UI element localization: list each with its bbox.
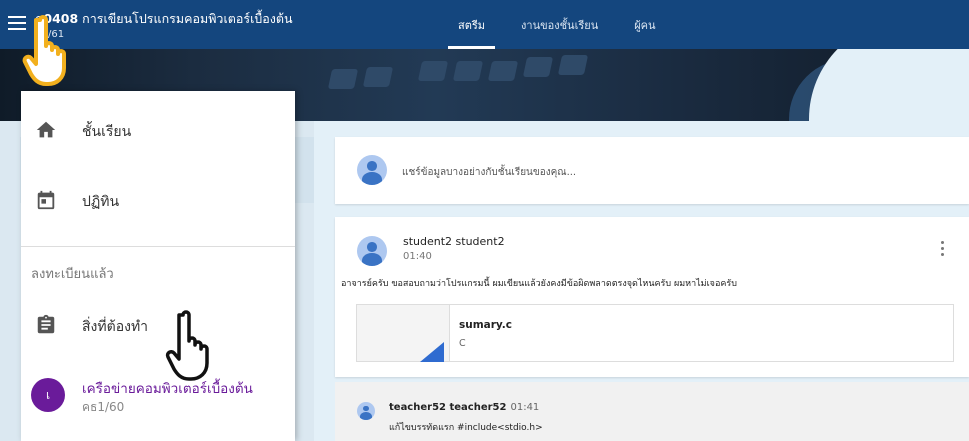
calendar-icon <box>37 190 55 210</box>
divider <box>21 246 295 247</box>
home-icon <box>36 121 56 138</box>
post-time: 01:40 <box>403 251 432 262</box>
drawer-item-label: ชั้นเรียน <box>82 124 132 140</box>
attachment-name: sumary.c <box>459 319 513 331</box>
class-avatar[interactable]: เ <box>31 378 65 412</box>
tab-bar: สตรีม งานของชั้นเรียน ผู้คน <box>440 0 674 49</box>
enrolled-class-code: คธ1/60 <box>82 400 125 414</box>
hand-pointer-icon <box>165 310 209 381</box>
comment-time: 01:41 <box>510 402 540 413</box>
file-thumbnail <box>357 305 450 362</box>
enrolled-section-label: ลงทะเบียนแล้ว <box>31 267 114 282</box>
avatar <box>357 155 387 185</box>
comment-text: แก้ไขบรรทัดแรก #include<stdio.h> <box>389 423 543 433</box>
avatar <box>357 236 387 266</box>
tab-people[interactable]: ผู้คน <box>616 0 673 49</box>
comment-author: teacher52 teacher52 01:41 <box>389 402 539 413</box>
navigation-drawer: ชั้นเรียน ปฏิทิน ลงทะเบียนแล้ว สิ่งที่ต้… <box>21 91 295 441</box>
attachment-card[interactable]: sumary.c C <box>356 304 954 362</box>
tab-classwork[interactable]: งานของชั้นเรียน <box>503 0 616 49</box>
comment-section: teacher52 teacher52 01:41 แก้ไขบรรทัดแรก … <box>335 382 969 441</box>
attachment-type: C <box>459 338 466 349</box>
drawer-item-classes[interactable]: ชั้นเรียน <box>21 109 295 149</box>
drawer-item-calendar[interactable]: ปฏิทิน <box>21 179 295 219</box>
share-placeholder: แชร์ข้อมูลบางอย่างกับชั้นเรียนของคุณ... <box>402 167 577 178</box>
drawer-item-label: สิ่งที่ต้องทำ <box>82 319 149 335</box>
share-box[interactable]: แชร์ข้อมูลบางอย่างกับชั้นเรียนของคุณ... <box>335 137 969 204</box>
more-vert-icon[interactable] <box>941 241 945 257</box>
post-author: student2 student2 <box>403 235 505 248</box>
class-title-text: การเขียนโปรแกรมคอมพิวเตอร์เบื้องต้น <box>82 11 293 26</box>
tab-stream[interactable]: สตรีม <box>440 0 503 49</box>
assignment-icon <box>37 314 55 334</box>
drawer-item-label: ปฏิทิน <box>82 194 120 210</box>
app-bar: ค0408 การเขียนโปรแกรมคอมพิวเตอร์เบื้องต้… <box>0 0 969 49</box>
hand-pointer-icon <box>22 15 66 86</box>
file-corner-icon <box>420 342 444 362</box>
post-body: อาจารย์ครับ ขอสอบถามว่าโปรแกรมนี้ ผมเขีย… <box>341 279 737 289</box>
drawer-item-todo[interactable]: สิ่งที่ต้องทำ <box>21 304 295 344</box>
post-card: student2 student2 01:40 อาจารย์ครับ ขอสอ… <box>335 217 969 377</box>
avatar <box>357 402 375 420</box>
comment-author-name: teacher52 teacher52 <box>389 402 507 413</box>
